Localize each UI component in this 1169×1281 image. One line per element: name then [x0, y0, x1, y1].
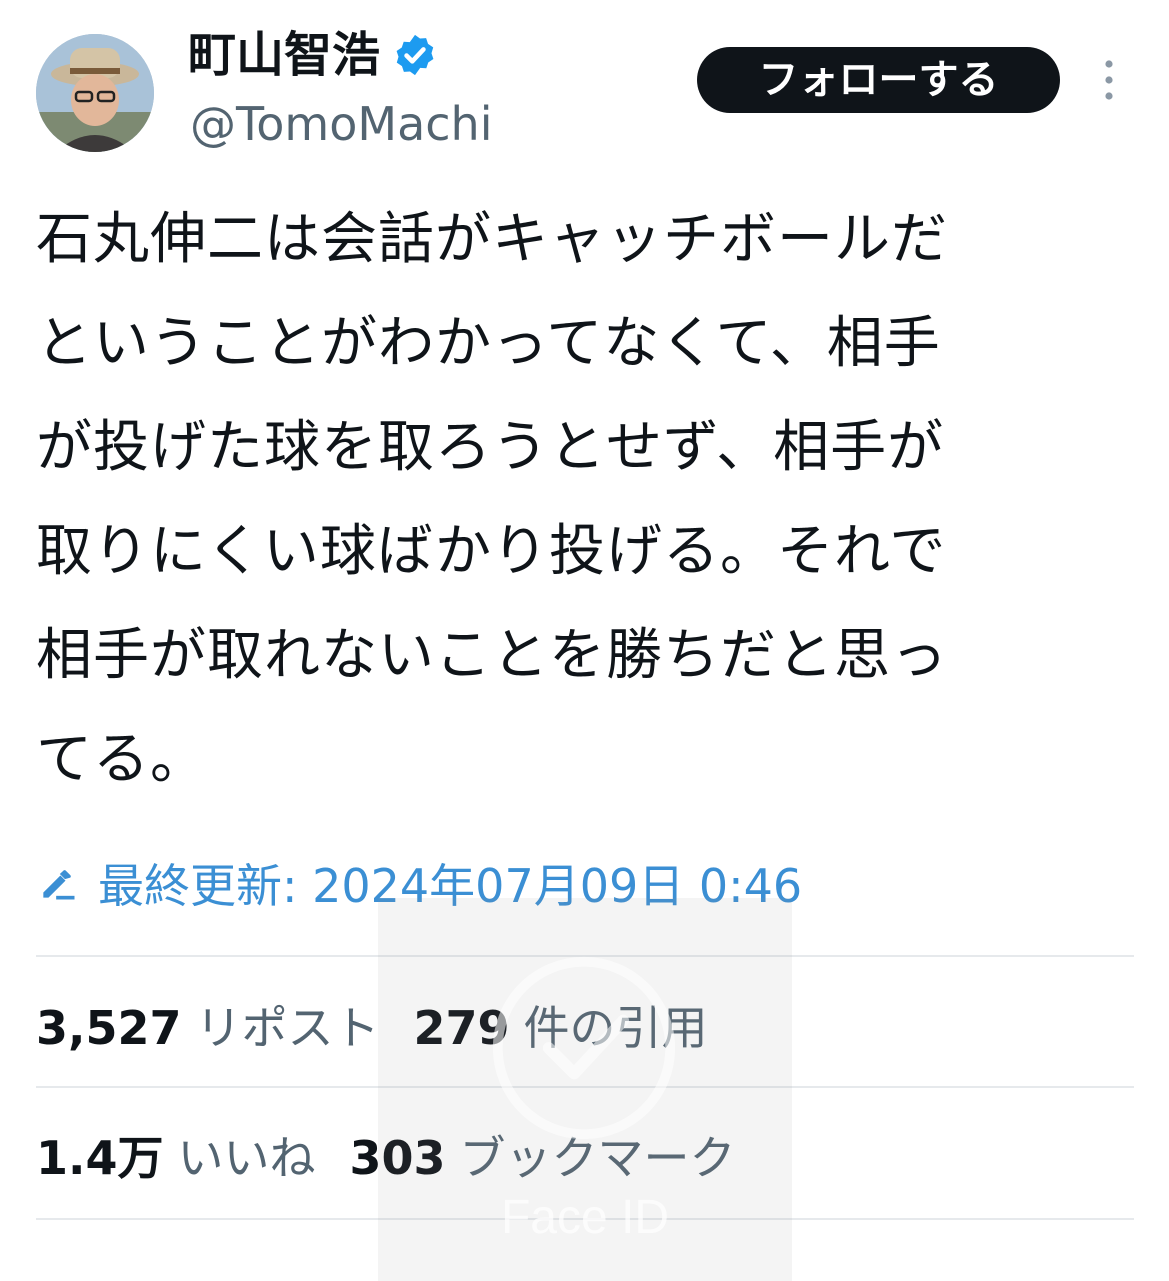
face-id-label: Face ID: [500, 1191, 670, 1244]
reposts-stat[interactable]: 3,527 リポスト: [36, 992, 414, 1058]
profile-avatar-image: [36, 34, 154, 152]
reposts-label: リポスト: [195, 1001, 380, 1055]
face-id-icon: [492, 956, 676, 1140]
verified-badge-icon: [396, 34, 434, 76]
post-text: 石丸伸二は会話がキャッチボールだ ということがわかってなくて、相手 が投げた球を…: [36, 207, 948, 792]
face-id-overlay: Face ID: [378, 898, 792, 1281]
pencil-icon: [43, 870, 75, 900]
user-handle[interactable]: @TomoMachi: [190, 92, 492, 156]
display-name[interactable]: 町山智浩: [188, 20, 438, 90]
reposts-count: 3,527: [36, 1001, 182, 1055]
avatar[interactable]: [36, 34, 154, 152]
follow-button[interactable]: フォローする: [697, 47, 1060, 113]
likes-count: 1.4万: [36, 1131, 164, 1185]
likes-stat[interactable]: 1.4万 いいね: [36, 1122, 350, 1188]
likes-label: いいね: [177, 1131, 316, 1185]
display-name-text: 町山智浩: [188, 27, 381, 83]
more-vertical-icon[interactable]: [1098, 58, 1120, 102]
